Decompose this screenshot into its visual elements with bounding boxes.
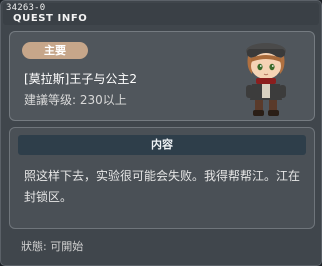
window-title: QUEST INFO — [13, 13, 88, 24]
quest-summary-panel: 主要 [莫拉斯]王子与公主2 建議等级: 230以上 — [9, 31, 315, 121]
quest-type-badge: 主要 — [22, 42, 88, 59]
content-text: 照这样下去，实验很可能会失败。我得帮帮江。江在封锁区。 — [24, 169, 301, 204]
title-bar[interactable]: 34263-0 QUEST INFO — [3, 3, 319, 25]
quest-id: 34263-0 — [6, 3, 46, 13]
recommended-level: 建議等级: 230以上 — [24, 93, 127, 107]
quest-content-panel: 内容 照这样下去，实验很可能会失败。我得帮帮江。江在封锁区。 — [9, 127, 315, 229]
content-header: 内容 — [18, 135, 306, 155]
quest-status: 狀態: 可開始 — [21, 240, 84, 253]
quest-name: [莫拉斯]王子与公主2 — [24, 72, 137, 86]
npc-avatar — [246, 43, 286, 116]
quest-info-window: 34263-0 QUEST INFO 主要 [莫拉斯]王子与公主2 建議等级: … — [0, 0, 322, 266]
